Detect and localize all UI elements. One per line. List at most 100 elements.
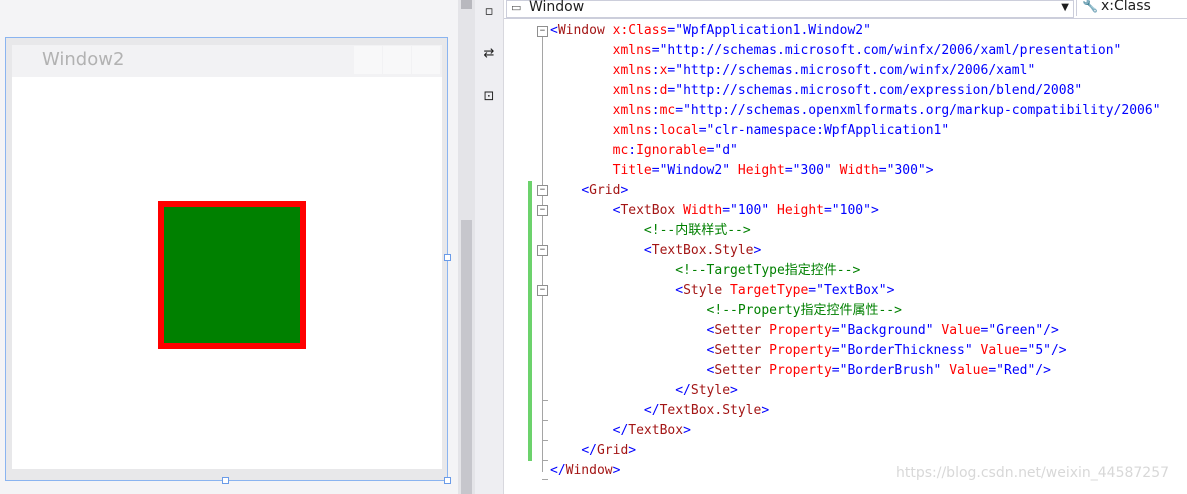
code-line[interactable]: <Setter Property="BorderThickness" Value… bbox=[550, 341, 1161, 361]
code-token: </ bbox=[675, 383, 691, 398]
resize-handle-corner[interactable] bbox=[444, 477, 451, 484]
code-token: Grid bbox=[596, 443, 629, 458]
code-token: =" bbox=[667, 83, 684, 98]
collapse-pane-icon[interactable]: ⊡ bbox=[481, 89, 497, 105]
code-line[interactable]: <Grid> bbox=[550, 181, 1161, 201]
code-token: < bbox=[643, 243, 652, 258]
code-line[interactable]: <TextBox Width="100" Height="100"> bbox=[550, 201, 1161, 221]
code-token: WpfApplication1.Window2 bbox=[683, 23, 864, 38]
code-line[interactable]: <!--TargetType指定控件--> bbox=[550, 261, 1161, 281]
code-line[interactable]: <TextBox.Style> bbox=[550, 241, 1161, 261]
window-preview[interactable]: Window2 bbox=[5, 37, 448, 481]
code-token: http://schemas.openxmlformats.org/markup… bbox=[690, 103, 1153, 118]
fold-toggle-window[interactable]: − bbox=[537, 26, 548, 37]
code-token: xmlns bbox=[612, 43, 652, 58]
code-token: =" bbox=[831, 343, 848, 358]
change-tracking-bar bbox=[528, 181, 532, 461]
code-token: mc bbox=[659, 103, 676, 118]
code-token: > bbox=[683, 423, 691, 438]
code-line[interactable]: xmlns:d="http://schemas.microsoft.com/ex… bbox=[550, 81, 1161, 101]
textbox-preview[interactable] bbox=[158, 201, 306, 349]
close-button bbox=[412, 46, 440, 74]
minimize-button bbox=[354, 46, 382, 74]
code-token: mc bbox=[612, 143, 629, 158]
code-line[interactable]: <Style TargetType="TextBox"> bbox=[550, 281, 1161, 301]
code-token: =" bbox=[698, 123, 715, 138]
code-token: TextBox bbox=[823, 283, 879, 298]
code-line[interactable]: xmlns:local="clr-namespace:WpfApplicatio… bbox=[550, 121, 1161, 141]
member-dropdown[interactable]: 🔧 x:Class bbox=[1076, 0, 1187, 16]
fold-toggle-style[interactable]: − bbox=[537, 285, 548, 296]
code-token: Height bbox=[769, 203, 824, 218]
code-token: > bbox=[730, 383, 738, 398]
code-token: Value bbox=[972, 343, 1020, 358]
window-titlebar: Window2 bbox=[12, 45, 442, 77]
code-token: Window bbox=[565, 463, 613, 478]
code-token: " bbox=[761, 203, 770, 218]
code-token: Window bbox=[557, 23, 605, 38]
scrollbar-top[interactable] bbox=[461, 0, 472, 9]
fold-toggle-textbox[interactable]: − bbox=[537, 205, 548, 216]
xaml-editor[interactable]: ▭ Window ▼ 🔧 x:Class − − − − − < Window x… bbox=[504, 0, 1187, 494]
code-token: "> bbox=[863, 203, 879, 218]
code-token: " bbox=[941, 123, 950, 138]
code-token: </ bbox=[612, 423, 629, 438]
code-line[interactable]: mc:Ignorable="d" bbox=[550, 141, 1161, 161]
code-line[interactable]: <Window x:Class="WpfApplication1.Window2… bbox=[550, 21, 1161, 41]
code-line[interactable]: <Setter Property="Background" Value="Gre… bbox=[550, 321, 1161, 341]
resize-handle-bottom[interactable] bbox=[222, 477, 229, 484]
code-token: Width bbox=[831, 163, 879, 178]
code-token: =" bbox=[722, 203, 738, 218]
code-token: TargetType bbox=[722, 283, 809, 298]
swap-panes-icon[interactable]: ⇄ bbox=[481, 46, 497, 62]
code-token: x:Class bbox=[604, 23, 668, 38]
code-text[interactable]: < Window x:Class =" WpfApplication1.Window2… bbox=[550, 21, 1161, 481]
window-client-area[interactable] bbox=[12, 77, 442, 469]
code-line[interactable]: xmlns:x="http://schemas.microsoft.com/wi… bbox=[550, 61, 1161, 81]
design-surface[interactable]: Window2 bbox=[0, 0, 458, 494]
resize-handle-right[interactable] bbox=[444, 254, 451, 261]
chevron-down-icon: ▼ bbox=[1061, 2, 1069, 13]
pane-layout-icon[interactable]: ▫ bbox=[481, 4, 497, 20]
fold-toggle-textbox-style[interactable]: − bbox=[537, 245, 548, 256]
code-token: "/> bbox=[1043, 343, 1067, 358]
code-line[interactable]: <!--内联样式--> bbox=[550, 221, 1161, 241]
code-token: " bbox=[1152, 103, 1161, 118]
code-line[interactable]: Title="Window2" Height="300" Width="300"… bbox=[550, 161, 1161, 181]
code-token: =" bbox=[831, 363, 848, 378]
code-line[interactable]: xmlns="http://schemas.microsoft.com/winf… bbox=[550, 41, 1161, 61]
element-dropdown[interactable]: ▭ Window ▼ bbox=[506, 0, 1074, 18]
scrollbar-thumb[interactable] bbox=[461, 220, 472, 494]
code-token: xmlns bbox=[612, 103, 652, 118]
code-token: xmlns bbox=[612, 63, 652, 78]
fold-toggle-grid[interactable]: − bbox=[537, 185, 548, 196]
code-token: Property bbox=[761, 343, 832, 358]
code-token: Value bbox=[933, 323, 981, 338]
code-line[interactable]: </Grid> bbox=[550, 441, 1161, 461]
code-token: < bbox=[675, 283, 684, 298]
code-line[interactable]: <!--Property指定控件属性--> bbox=[550, 301, 1161, 321]
code-line[interactable]: <Setter Property="BorderBrush" Value="Re… bbox=[550, 361, 1161, 381]
code-token: Setter bbox=[714, 323, 762, 338]
code-token: =" bbox=[831, 323, 848, 338]
code-token: =" bbox=[784, 163, 801, 178]
code-token: 100 bbox=[737, 203, 762, 218]
code-token: BorderThickness bbox=[847, 343, 965, 358]
designer-scrollbar[interactable] bbox=[458, 0, 475, 494]
code-line[interactable]: xmlns:mc="http://schemas.openxmlformats.… bbox=[550, 101, 1161, 121]
code-line[interactable]: </Style> bbox=[550, 381, 1161, 401]
code-token: " bbox=[1074, 83, 1083, 98]
watermark: https://blog.csdn.net/weixin_44587257 bbox=[896, 465, 1170, 481]
code-line[interactable]: </TextBox> bbox=[550, 421, 1161, 441]
code-line[interactable]: </TextBox.Style> bbox=[550, 401, 1161, 421]
code-token: Green bbox=[996, 323, 1036, 338]
